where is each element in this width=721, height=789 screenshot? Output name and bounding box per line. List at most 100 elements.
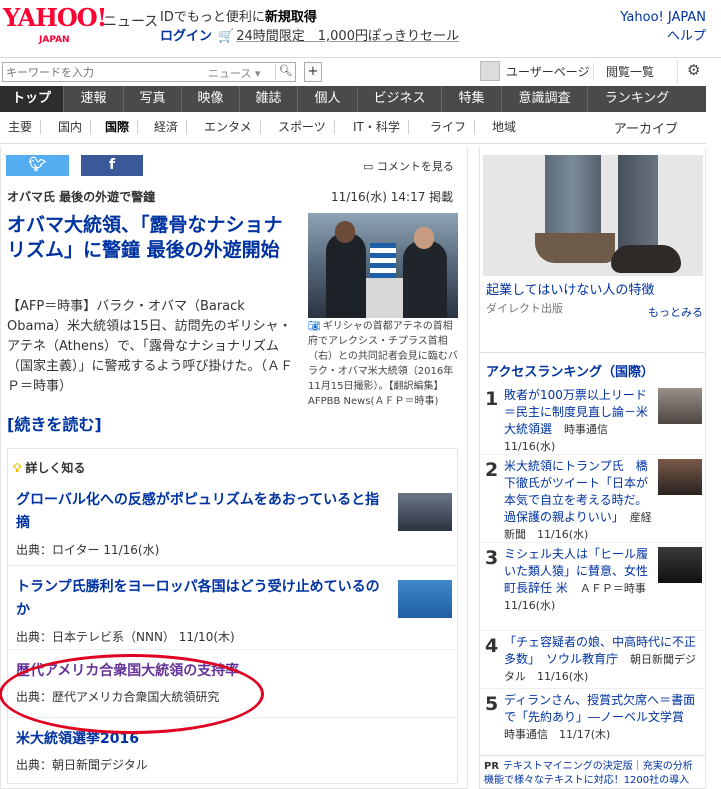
comment-label: コメントを見る [376, 160, 454, 173]
related-item[interactable]: グローバル化への反感がポピュリズムをあおっていると指摘 出典：ロイター 11/1… [8, 485, 457, 565]
related-item[interactable]: 歴代アメリカ合衆国大統領の支持率 出典：歴代アメリカ合衆国大統領研究 [8, 649, 457, 717]
read-more-link[interactable]: [続きを読む] [7, 411, 102, 435]
avatar[interactable] [480, 61, 500, 81]
gear-icon[interactable]: ⚙ [677, 61, 700, 83]
comment-link[interactable]: ▭ コメントを見る [363, 158, 454, 174]
sale-link[interactable]: 24時間限定 1,000円ぽっきりセール [236, 29, 459, 44]
subnav-item-entertainment[interactable]: エンタメ [196, 120, 261, 134]
related-box: 💡︎ 詳しく知る グローバル化への反感がポピュリズムをあおっていると指摘 出典：ロ… [7, 448, 458, 784]
rank-source: 時事通信 11/17(木) [504, 728, 611, 741]
logo-sub: JAPAN [39, 35, 70, 45]
subnav-item-local[interactable]: 地域 [484, 120, 524, 134]
rank-thumbnail[interactable] [658, 459, 702, 495]
ranking-item[interactable]: 4 「チェ容疑者の娘、中高時代に不正多数」 ソウル教育庁 朝日新聞デジタル 11… [480, 630, 705, 688]
photo-caption: 📷︎ ギリシャの首都アテネの首相府でアレクシス・チプラス首相（右）との共同記者会見… [308, 319, 460, 409]
search-input[interactable] [3, 63, 203, 81]
related-title[interactable]: 米大統領選挙2016 [16, 728, 388, 751]
nav-item-video[interactable]: 映像 [182, 86, 240, 112]
nav-item-survey[interactable]: 意識調査 [502, 86, 588, 112]
rank-thumbnail[interactable] [658, 547, 702, 583]
subnav-item-world[interactable]: 国際 [97, 120, 139, 134]
rank-title[interactable]: 米大統領にトランプ氏 橋下徹氏がツイート「日本が本気で自立を考える時だ。過保護の… [504, 459, 648, 524]
camera-icon: 📷︎ [308, 321, 321, 332]
rank-title[interactable]: ディランさん、授賞式欠席へ＝書面で「先約あり」―ノーベル文学賞 [504, 693, 695, 724]
article-photo[interactable] [308, 213, 458, 318]
related-title[interactable]: 歴代アメリカ合衆国大統領の支持率 [16, 660, 388, 683]
article-headline: オバマ大統領、「露骨なナショナリズム」に警鐘 最後の外遊開始 [7, 214, 283, 261]
top-right-links: Yahoo! JAPAN ヘルプ [620, 8, 706, 46]
history-link[interactable]: 閲覧一覧 [593, 63, 654, 80]
related-title[interactable]: グローバル化への反感がポピュリズムをあおっていると指摘 [16, 489, 388, 535]
related-title[interactable]: トランプ氏勝利をヨーロッパ各国はどう受け止めているのか [16, 576, 388, 622]
facebook-share-button[interactable]: f [81, 155, 143, 176]
related-item[interactable]: トランプ氏勝利をヨーロッパ各国はどう受け止めているのか 出典：日本テレビ系（NN… [8, 565, 457, 649]
nav-item-photo[interactable]: 写真 [124, 86, 182, 112]
rank-number: 5 [485, 693, 499, 715]
promo-area: IDでもっと便利に新規取得 ログイン 🛒 24時間限定 1,000円ぽっきりセール [160, 8, 459, 46]
related-source: 出典：歴代アメリカ合衆国大統領研究 [16, 690, 220, 704]
nav-item-personal[interactable]: 個人 [298, 86, 358, 112]
subnav-item-domestic[interactable]: 国内 [50, 120, 92, 134]
pr-text[interactable]: テキストマイニングの決定版｜充実の分析機能で様々なテキストに対応！1200社の導… [484, 761, 693, 786]
nav-item-top[interactable]: トップ [0, 86, 64, 112]
twitter-icon: 🐦︎ [28, 157, 47, 173]
pr-tag: PR [484, 761, 500, 772]
nav-item-ranking[interactable]: ランキング [588, 86, 686, 112]
article-kicker: オバマ氏 最後の外遊で警鐘 [7, 190, 156, 204]
cart-icon: 🛒 [218, 29, 235, 44]
archive-link[interactable]: アーカイブ [614, 118, 678, 137]
article-body: 【AFP＝時事】バラク・オバマ（Barack Obama）米大統領は15日、訪問… [7, 299, 294, 394]
sidebar: 起業してはいけない人の特徴 ダイレクト出版 もっとみる アクセスランキング（国際… [479, 147, 706, 789]
nav-item-business[interactable]: ビジネス [358, 86, 442, 112]
ad-title-link[interactable]: 起業してはいけない人の特徴 [486, 279, 654, 298]
nav-item-magazine[interactable]: 雑誌 [240, 86, 298, 112]
twitter-share-button[interactable]: 🐦︎ [6, 155, 69, 176]
ranking-item[interactable]: 2 米大統領にトランプ氏 橋下徹氏がツイート「日本が本気で自立を考える時だ。過保… [480, 454, 705, 542]
ad-more-link[interactable]: もっとみる [648, 304, 703, 320]
signup-link[interactable]: 新規取得 [265, 10, 317, 25]
ranking-item[interactable]: 5 ディランさん、授賞式欠席へ＝書面で「先約あり」―ノーベル文学賞 時事通信 1… [480, 688, 705, 754]
promo-prefix: IDでもっと便利に [160, 10, 265, 25]
search-button[interactable]: 🔍︎ [275, 64, 295, 80]
related-source: 出典：日本テレビ系（NNN） 11/10(木) [16, 630, 235, 644]
add-button[interactable]: + [304, 62, 322, 82]
main-nav: トップ 速報 写真 映像 雑誌 個人 ビジネス 特集 意識調査 ランキング [0, 86, 706, 112]
user-area: ユーザーページ 閲覧一覧 ⚙ [473, 58, 721, 85]
subnav-item-main[interactable]: 主要 [0, 120, 42, 134]
nav-item-feature[interactable]: 特集 [442, 86, 502, 112]
rank-number: 2 [485, 459, 499, 481]
related-item[interactable]: 米大統領選挙2016 出典：朝日新聞デジタル [8, 717, 457, 783]
yahoo-logo[interactable]: YAHOO! JAPAN [3, 6, 107, 46]
ranking-title[interactable]: アクセスランキング（国際） [480, 352, 705, 380]
section-label[interactable]: ニュース [103, 11, 158, 31]
yahoo-japan-link[interactable]: Yahoo! JAPAN [620, 10, 706, 25]
subnav-item-life[interactable]: ライフ [422, 120, 476, 134]
search-category-label: ニュース [208, 67, 252, 80]
search-bar: ニュース ▾ 🔍︎ + ユーザーページ 閲覧一覧 ⚙ [0, 57, 721, 84]
related-thumbnail[interactable] [398, 493, 452, 531]
search-category-select[interactable]: ニュース ▾ [208, 65, 260, 81]
related-heading: 💡︎ 詳しく知る [13, 459, 85, 476]
chevron-down-icon: ▾ [254, 67, 261, 80]
search-icon: 🔍︎ [278, 64, 293, 77]
subnav-item-it-science[interactable]: IT・科学 [345, 120, 409, 134]
facebook-icon: f [108, 157, 116, 173]
pr-ad[interactable]: PR テキストマイニングの決定版｜充実の分析機能で様々なテキストに対応！1200社… [480, 755, 705, 788]
subnav-item-economy[interactable]: 経済 [146, 120, 188, 134]
help-link[interactable]: ヘルプ [667, 29, 706, 44]
subnav-item-sports[interactable]: スポーツ [270, 120, 335, 134]
nav-item-flash[interactable]: 速報 [64, 86, 124, 112]
login-link[interactable]: ログイン [160, 29, 212, 44]
site-header: YAHOO! JAPAN ニュース IDでもっと便利に新規取得 ログイン 🛒 24時… [0, 0, 721, 56]
user-page-link[interactable]: ユーザーページ [506, 63, 590, 80]
ranking-item[interactable]: 1 敗者が100万票以上リード＝民主に制度見直し論－米大統領選 時事通信 11/… [480, 384, 705, 454]
rank-number: 3 [485, 547, 499, 569]
rank-thumbnail[interactable] [658, 388, 702, 424]
ad-image[interactable] [483, 155, 703, 276]
related-source: 出典：ロイター 11/16(水) [16, 543, 160, 557]
photo-caption-text: ギリシャの首都アテネの首相府でアレクシス・チプラス首相（右）との共同記者会見に臨… [308, 321, 458, 407]
lightbulb-icon: 💡︎ [13, 461, 22, 475]
sub-nav: 主要 国内 国際 経済 エンタメ スポーツ IT・科学 ライフ 地域 アーカイブ [0, 112, 706, 144]
ranking-item[interactable]: 3 ミシェル夫人は「ヒール履いた類人猿」に賛意、女性町長辞任 米 ＡＦＰ＝時事 … [480, 542, 705, 630]
related-thumbnail[interactable] [398, 580, 452, 618]
